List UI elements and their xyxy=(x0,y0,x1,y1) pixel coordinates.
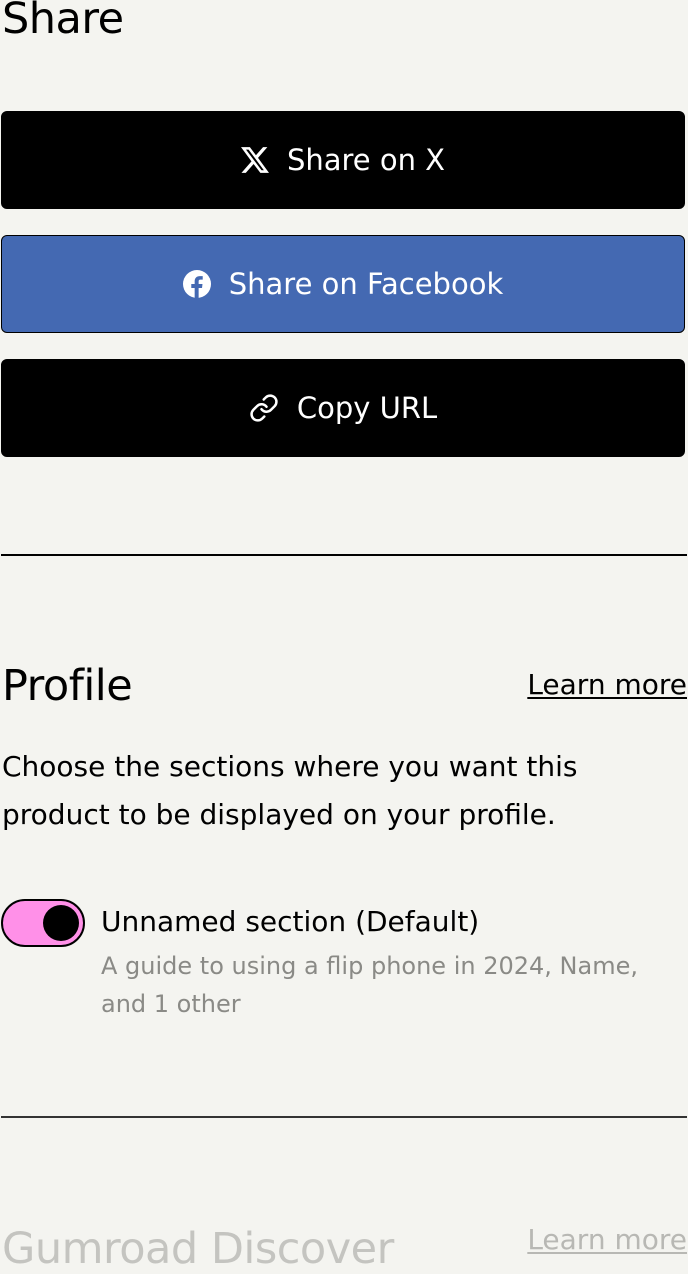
discover-heading: Gumroad Discover xyxy=(2,1224,394,1274)
link-icon xyxy=(249,393,279,423)
x-logo-icon xyxy=(240,147,269,173)
share-on-x-button[interactable]: Share on X xyxy=(1,111,685,209)
share-heading: Share xyxy=(2,0,124,44)
profile-description: Choose the sections where you want this … xyxy=(2,750,578,831)
copy-url-button[interactable]: Copy URL xyxy=(1,359,685,457)
profile-heading: Profile xyxy=(2,661,133,711)
facebook-logo-icon xyxy=(182,270,211,298)
divider xyxy=(1,1116,687,1118)
share-on-facebook-button[interactable]: Share on Facebook xyxy=(1,235,685,333)
share-on-x-label: Share on X xyxy=(286,143,446,177)
profile-learn-more-link[interactable]: Learn more xyxy=(527,668,687,701)
profile-section-products: A guide to using a flip phone in 2024, N… xyxy=(101,952,638,1018)
share-on-facebook-label: Share on Facebook xyxy=(228,267,504,301)
profile-section-name: Unnamed section (Default) xyxy=(101,905,480,938)
copy-url-label: Copy URL xyxy=(296,391,438,425)
discover-learn-more-link[interactable]: Learn more xyxy=(527,1223,687,1256)
toggle-knob xyxy=(43,905,79,941)
divider xyxy=(1,554,687,556)
section-visibility-toggle[interactable] xyxy=(1,899,85,947)
